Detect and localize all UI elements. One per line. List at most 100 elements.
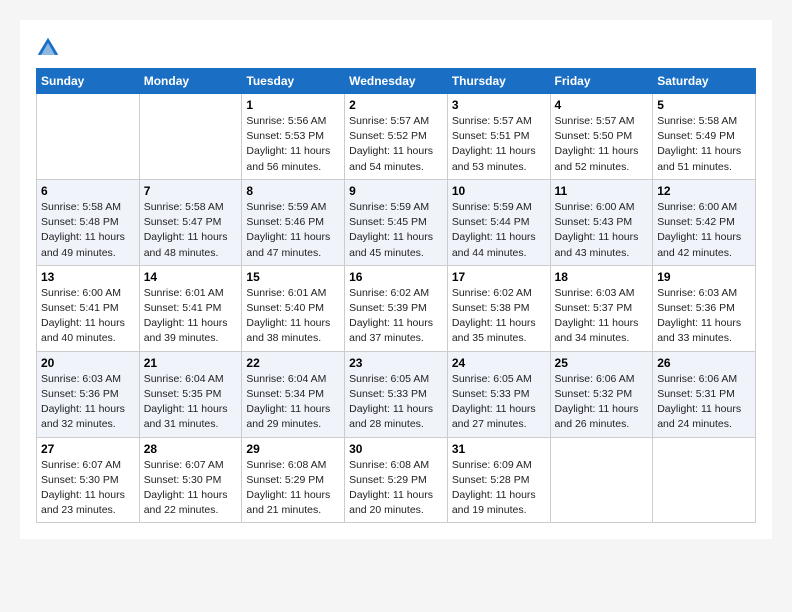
day-info: Sunrise: 6:09 AM Sunset: 5:28 PM Dayligh… [452,458,546,519]
calendar-cell: 17 Sunrise: 6:02 AM Sunset: 5:38 PM Dayli… [447,265,550,351]
calendar-cell: 2 Sunrise: 5:57 AM Sunset: 5:52 PM Daylig… [345,94,448,180]
day-info: Sunrise: 5:57 AM Sunset: 5:50 PM Dayligh… [555,114,649,175]
calendar-cell: 1 Sunrise: 5:56 AM Sunset: 5:53 PM Daylig… [242,94,345,180]
day-number: 27 [41,442,135,456]
day-info: Sunrise: 6:06 AM Sunset: 5:32 PM Dayligh… [555,372,649,433]
calendar-page: SundayMondayTuesdayWednesdayThursdayFrid… [20,20,772,539]
day-number: 8 [246,184,340,198]
day-number: 13 [41,270,135,284]
day-info: Sunrise: 6:07 AM Sunset: 5:30 PM Dayligh… [41,458,135,519]
day-number: 19 [657,270,751,284]
day-info: Sunrise: 5:57 AM Sunset: 5:52 PM Dayligh… [349,114,443,175]
calendar-cell: 11 Sunrise: 6:00 AM Sunset: 5:43 PM Dayli… [550,179,653,265]
day-number: 3 [452,98,546,112]
calendar-cell: 19 Sunrise: 6:03 AM Sunset: 5:36 PM Dayli… [653,265,756,351]
calendar-cell: 8 Sunrise: 5:59 AM Sunset: 5:46 PM Daylig… [242,179,345,265]
day-number: 15 [246,270,340,284]
day-number: 29 [246,442,340,456]
calendar-cell: 25 Sunrise: 6:06 AM Sunset: 5:32 PM Dayli… [550,351,653,437]
calendar-cell: 5Sunrise: 5:58 AM Sunset: 5:49 PM Daylig… [653,94,756,180]
day-info: Sunrise: 6:04 AM Sunset: 5:34 PM Dayligh… [246,372,340,433]
day-number: 31 [452,442,546,456]
day-number: 18 [555,270,649,284]
day-number: 12 [657,184,751,198]
day-info: Sunrise: 6:08 AM Sunset: 5:29 PM Dayligh… [246,458,340,519]
calendar-cell: 22 Sunrise: 6:04 AM Sunset: 5:34 PM Dayli… [242,351,345,437]
calendar-cell [653,437,756,523]
header [36,36,756,60]
day-info: Sunrise: 6:00 AM Sunset: 5:41 PM Dayligh… [41,286,135,347]
calendar-cell: 31 Sunrise: 6:09 AM Sunset: 5:28 PM Dayli… [447,437,550,523]
calendar-cell: 6 Sunrise: 5:58 AM Sunset: 5:48 PM Daylig… [37,179,140,265]
weekday-header-thursday: Thursday [447,69,550,94]
calendar-cell: 14Sunrise: 6:01 AM Sunset: 5:41 PM Dayli… [139,265,242,351]
calendar-cell: 23Sunrise: 6:05 AM Sunset: 5:33 PM Dayli… [345,351,448,437]
day-number: 17 [452,270,546,284]
day-info: Sunrise: 6:02 AM Sunset: 5:38 PM Dayligh… [452,286,546,347]
day-number: 22 [246,356,340,370]
day-number: 7 [144,184,238,198]
day-info: Sunrise: 5:58 AM Sunset: 5:48 PM Dayligh… [41,200,135,261]
calendar-cell: 3 Sunrise: 5:57 AM Sunset: 5:51 PM Daylig… [447,94,550,180]
calendar-cell [37,94,140,180]
day-info: Sunrise: 6:00 AM Sunset: 5:43 PM Dayligh… [555,200,649,261]
calendar-cell: 26Sunrise: 6:06 AM Sunset: 5:31 PM Dayli… [653,351,756,437]
day-info: Sunrise: 6:01 AM Sunset: 5:41 PM Dayligh… [144,286,238,347]
day-info: Sunrise: 5:59 AM Sunset: 5:44 PM Dayligh… [452,200,546,261]
calendar-cell: 21 Sunrise: 6:04 AM Sunset: 5:35 PM Dayli… [139,351,242,437]
day-number: 21 [144,356,238,370]
weekday-header-friday: Friday [550,69,653,94]
day-number: 30 [349,442,443,456]
calendar-cell: 4Sunrise: 5:57 AM Sunset: 5:50 PM Daylig… [550,94,653,180]
day-info: Sunrise: 6:05 AM Sunset: 5:33 PM Dayligh… [349,372,443,433]
calendar-cell: 13 Sunrise: 6:00 AM Sunset: 5:41 PM Dayli… [37,265,140,351]
calendar-cell: 16Sunrise: 6:02 AM Sunset: 5:39 PM Dayli… [345,265,448,351]
day-info: Sunrise: 5:59 AM Sunset: 5:45 PM Dayligh… [349,200,443,261]
day-number: 6 [41,184,135,198]
day-info: Sunrise: 6:08 AM Sunset: 5:29 PM Dayligh… [349,458,443,519]
day-number: 24 [452,356,546,370]
calendar-cell: 28Sunrise: 6:07 AM Sunset: 5:30 PM Dayli… [139,437,242,523]
calendar-cell: 7 Sunrise: 5:58 AM Sunset: 5:47 PM Daylig… [139,179,242,265]
day-info: Sunrise: 6:06 AM Sunset: 5:31 PM Dayligh… [657,372,751,433]
weekday-header-monday: Monday [139,69,242,94]
day-info: Sunrise: 5:57 AM Sunset: 5:51 PM Dayligh… [452,114,546,175]
calendar-week-5: 27 Sunrise: 6:07 AM Sunset: 5:30 PM Dayli… [37,437,756,523]
day-info: Sunrise: 6:01 AM Sunset: 5:40 PM Dayligh… [246,286,340,347]
day-info: Sunrise: 6:00 AM Sunset: 5:42 PM Dayligh… [657,200,751,261]
day-info: Sunrise: 6:04 AM Sunset: 5:35 PM Dayligh… [144,372,238,433]
calendar-cell: 29 Sunrise: 6:08 AM Sunset: 5:29 PM Dayli… [242,437,345,523]
calendar-cell: 15 Sunrise: 6:01 AM Sunset: 5:40 PM Dayli… [242,265,345,351]
day-info: Sunrise: 5:58 AM Sunset: 5:47 PM Dayligh… [144,200,238,261]
day-info: Sunrise: 6:05 AM Sunset: 5:33 PM Dayligh… [452,372,546,433]
calendar-table: SundayMondayTuesdayWednesdayThursdayFrid… [36,68,756,523]
day-number: 2 [349,98,443,112]
day-info: Sunrise: 5:56 AM Sunset: 5:53 PM Dayligh… [246,114,340,175]
day-info: Sunrise: 5:58 AM Sunset: 5:49 PM Dayligh… [657,114,751,175]
calendar-cell: 20Sunrise: 6:03 AM Sunset: 5:36 PM Dayli… [37,351,140,437]
day-number: 25 [555,356,649,370]
calendar-week-2: 6 Sunrise: 5:58 AM Sunset: 5:48 PM Daylig… [37,179,756,265]
day-info: Sunrise: 6:03 AM Sunset: 5:36 PM Dayligh… [657,286,751,347]
day-info: Sunrise: 6:03 AM Sunset: 5:37 PM Dayligh… [555,286,649,347]
weekday-header-tuesday: Tuesday [242,69,345,94]
calendar-cell: 9 Sunrise: 5:59 AM Sunset: 5:45 PM Daylig… [345,179,448,265]
weekday-header-saturday: Saturday [653,69,756,94]
calendar-cell: 30 Sunrise: 6:08 AM Sunset: 5:29 PM Dayli… [345,437,448,523]
day-info: Sunrise: 6:02 AM Sunset: 5:39 PM Dayligh… [349,286,443,347]
logo [36,36,64,60]
day-number: 11 [555,184,649,198]
calendar-cell: 27 Sunrise: 6:07 AM Sunset: 5:30 PM Dayli… [37,437,140,523]
day-number: 10 [452,184,546,198]
weekday-header-wednesday: Wednesday [345,69,448,94]
weekday-header-row: SundayMondayTuesdayWednesdayThursdayFrid… [37,69,756,94]
day-info: Sunrise: 5:59 AM Sunset: 5:46 PM Dayligh… [246,200,340,261]
calendar-cell: 12 Sunrise: 6:00 AM Sunset: 5:42 PM Dayli… [653,179,756,265]
day-number: 28 [144,442,238,456]
calendar-week-3: 13 Sunrise: 6:00 AM Sunset: 5:41 PM Dayli… [37,265,756,351]
day-number: 9 [349,184,443,198]
calendar-cell: 10 Sunrise: 5:59 AM Sunset: 5:44 PM Dayli… [447,179,550,265]
calendar-week-4: 20Sunrise: 6:03 AM Sunset: 5:36 PM Dayli… [37,351,756,437]
calendar-cell [550,437,653,523]
day-number: 1 [246,98,340,112]
